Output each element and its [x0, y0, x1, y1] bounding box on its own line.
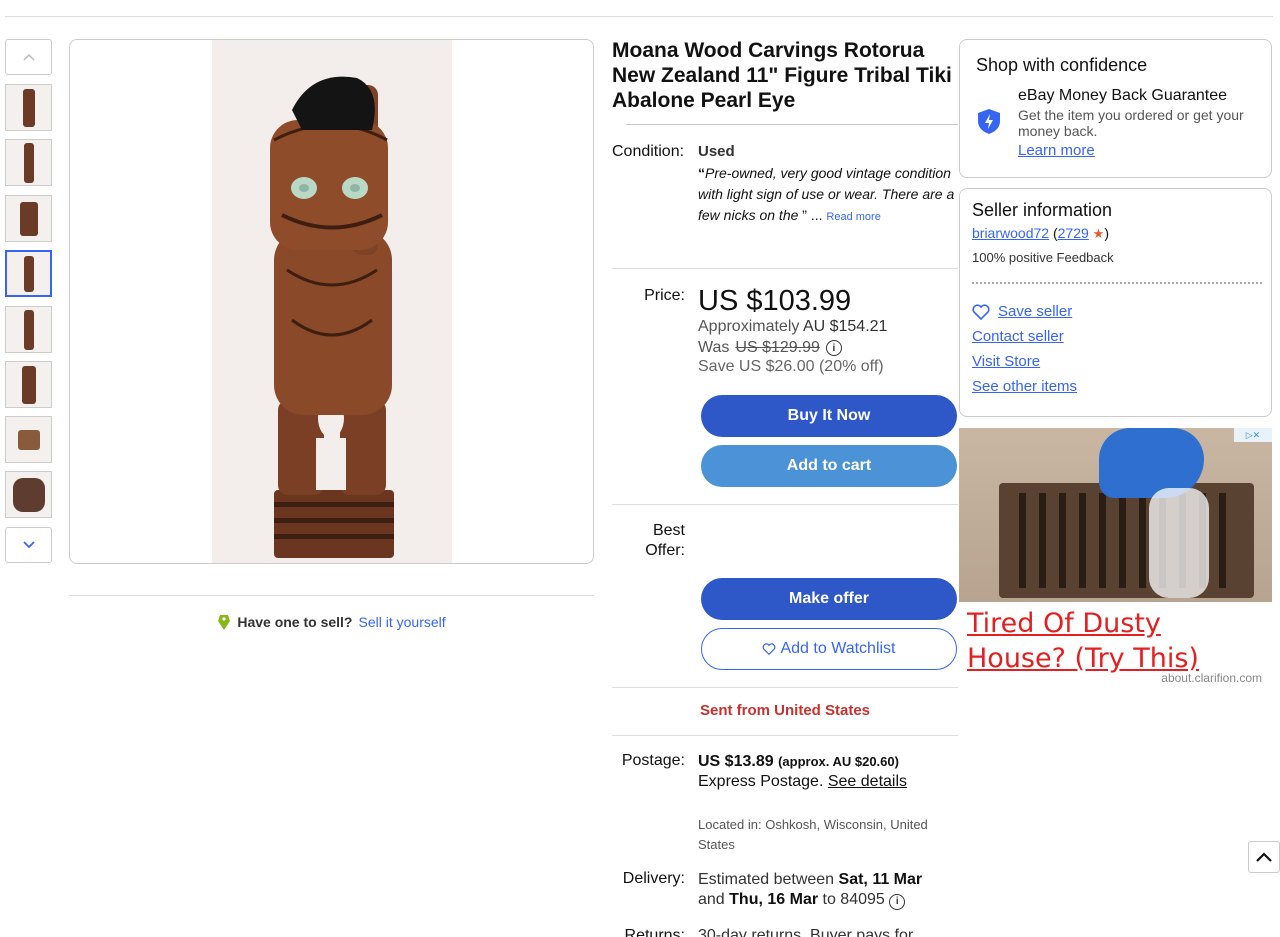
ad-choices-badge[interactable]: ▷✕: [1234, 428, 1272, 442]
postage-value: US $13.89 (approx. AU $20.60) Express Po…: [698, 752, 948, 792]
delivery-mid: and: [698, 891, 725, 908]
delivery-label: Delivery:: [622, 870, 685, 887]
back-to-top-button[interactable]: [1248, 841, 1280, 873]
close-quote: ” ...: [802, 207, 823, 223]
chevron-up-icon: [1256, 852, 1272, 862]
thumbnail-4[interactable]: [5, 250, 52, 297]
ad-image: [959, 428, 1272, 602]
was-label: Was: [698, 339, 730, 356]
seller-information-panel: Seller information briarwood72 (2729 ★) …: [959, 188, 1272, 417]
shield-icon: [978, 109, 1000, 134]
positive-feedback: 100% positive Feedback: [972, 250, 1114, 265]
item-location: Located in: Oshkosh, Wisconsin, United S…: [698, 817, 928, 852]
sell-question: Have one to sell?: [237, 614, 353, 630]
delivery-estimate: Estimated between Sat, 11 Mar and Thu, 1…: [698, 870, 953, 910]
ad-vent-graphic: [999, 483, 1254, 598]
add-to-watchlist-label: Add to Watchlist: [780, 640, 896, 657]
save-seller-label: Save seller: [998, 303, 1073, 320]
seller-links: Save seller Contact seller Visit Store S…: [972, 299, 1077, 399]
main-product-image[interactable]: [69, 39, 594, 564]
thumbnail-7[interactable]: [5, 416, 52, 463]
add-to-watchlist-button[interactable]: Add to Watchlist: [701, 628, 957, 670]
delivery-date-start: Sat, 11 Mar: [838, 871, 923, 888]
condition-description: “Pre-owned, very good vintage condition …: [698, 163, 958, 228]
dotted-divider: [972, 282, 1262, 284]
seller-name-row: briarwood72 (2729 ★): [972, 225, 1109, 241]
seller-info-title: Seller information: [972, 200, 1113, 220]
price-divider: [612, 504, 958, 505]
sell-it-yourself-row: Have one to sell? Sell it yourself: [69, 595, 594, 631]
title-divider: [626, 124, 958, 125]
ad-powder-graphic: [1149, 488, 1209, 598]
confidence-title: Shop with confidence: [976, 55, 1148, 75]
see-details-link[interactable]: See details: [828, 773, 907, 790]
delivery-suffix: to 84095: [822, 891, 885, 908]
visit-store-link[interactable]: Visit Store: [972, 349, 1077, 374]
guarantee-title: eBay Money Back Guarantee: [1018, 87, 1228, 104]
contact-seller-link[interactable]: Contact seller: [972, 324, 1077, 349]
thumbnail-scroll-up-button[interactable]: [5, 39, 52, 75]
delivery-date-end: Thu, 16 Mar: [729, 891, 819, 908]
returns-text: 30-day returns. Buyer pays for: [698, 927, 914, 937]
add-to-cart-button[interactable]: Add to cart: [701, 445, 957, 487]
thumbnail-scroll-down-button[interactable]: [5, 527, 52, 563]
sell-it-yourself-link[interactable]: Sell it yourself: [359, 614, 446, 630]
sent-from-banner: Sent from United States: [699, 702, 871, 719]
learn-more-link[interactable]: Learn more: [1018, 142, 1095, 159]
condition-label: Condition:: [612, 143, 685, 160]
postage-approx: (approx. AU $20.60): [778, 754, 899, 769]
was-price: US $129.99: [735, 339, 820, 356]
price-label: Price:: [644, 287, 685, 304]
condition-value: Used: [698, 143, 735, 160]
postage-method: Express Postage.: [698, 773, 824, 790]
seller-name-link[interactable]: briarwood72: [972, 225, 1049, 241]
heart-icon: [763, 643, 776, 655]
read-more-link[interactable]: Read more: [826, 211, 880, 223]
info-icon[interactable]: i: [825, 340, 842, 356]
thumbnail-3[interactable]: [5, 195, 52, 242]
thumbnail-6[interactable]: [5, 361, 52, 408]
best-offer-label: Best Offer:: [645, 522, 685, 559]
condition-divider: [612, 268, 958, 269]
price-tag-icon: [218, 615, 231, 630]
was-price-row: Was US $129.99 i: [698, 339, 842, 357]
delivery-info-icon[interactable]: i: [889, 894, 906, 910]
top-divider: [5, 16, 1273, 17]
buy-it-now-button[interactable]: Buy It Now: [701, 395, 957, 437]
approx-prefix: Approximately: [698, 318, 800, 335]
delivery-prefix: Estimated between: [698, 871, 835, 888]
see-other-items-link[interactable]: See other items: [972, 374, 1077, 399]
savings-text: Save US $26.00 (20% off): [698, 358, 884, 375]
product-photo-backdrop: [212, 40, 452, 563]
thumbnail-2[interactable]: [5, 139, 52, 186]
thumbnail-5[interactable]: [5, 306, 52, 353]
chevron-up-icon: [22, 53, 35, 61]
chevron-down-icon: [22, 541, 35, 549]
shop-with-confidence-panel: Shop with confidence eBay Money Back Gua…: [959, 39, 1272, 178]
approx-value: AU $154.21: [802, 318, 888, 335]
price-value: US $103.99: [698, 285, 852, 317]
open-quote: “: [698, 165, 705, 181]
guarantee-description: Get the item you ordered or get your mon…: [1018, 107, 1244, 139]
star-icon: ★: [1092, 226, 1105, 241]
thumbnail-8[interactable]: [5, 471, 52, 518]
postage-price: US $13.89: [698, 753, 774, 770]
ad-headline[interactable]: Tired Of Dusty House? (Try This): [967, 606, 1267, 676]
advertisement[interactable]: ▷✕ Tired Of Dusty House? (Try This) abou…: [959, 428, 1272, 690]
tiki-carving-image: [270, 76, 394, 558]
make-offer-button[interactable]: Make offer: [701, 578, 957, 620]
ad-source: about.clarifion.com: [1161, 671, 1262, 685]
sent-divider: [612, 735, 958, 736]
feedback-count-link[interactable]: 2729: [1058, 225, 1089, 241]
thumbnail-1[interactable]: [5, 84, 52, 131]
heart-icon: [972, 303, 990, 320]
item-title: Moana Wood Carvings Rotorua New Zealand …: [612, 39, 952, 112]
save-seller-link[interactable]: Save seller: [972, 299, 1077, 324]
approx-price: Approximately AU $154.21: [698, 318, 887, 336]
offer-divider: [612, 687, 958, 688]
postage-label: Postage:: [621, 752, 685, 769]
returns-label: Returns:: [624, 927, 685, 937]
